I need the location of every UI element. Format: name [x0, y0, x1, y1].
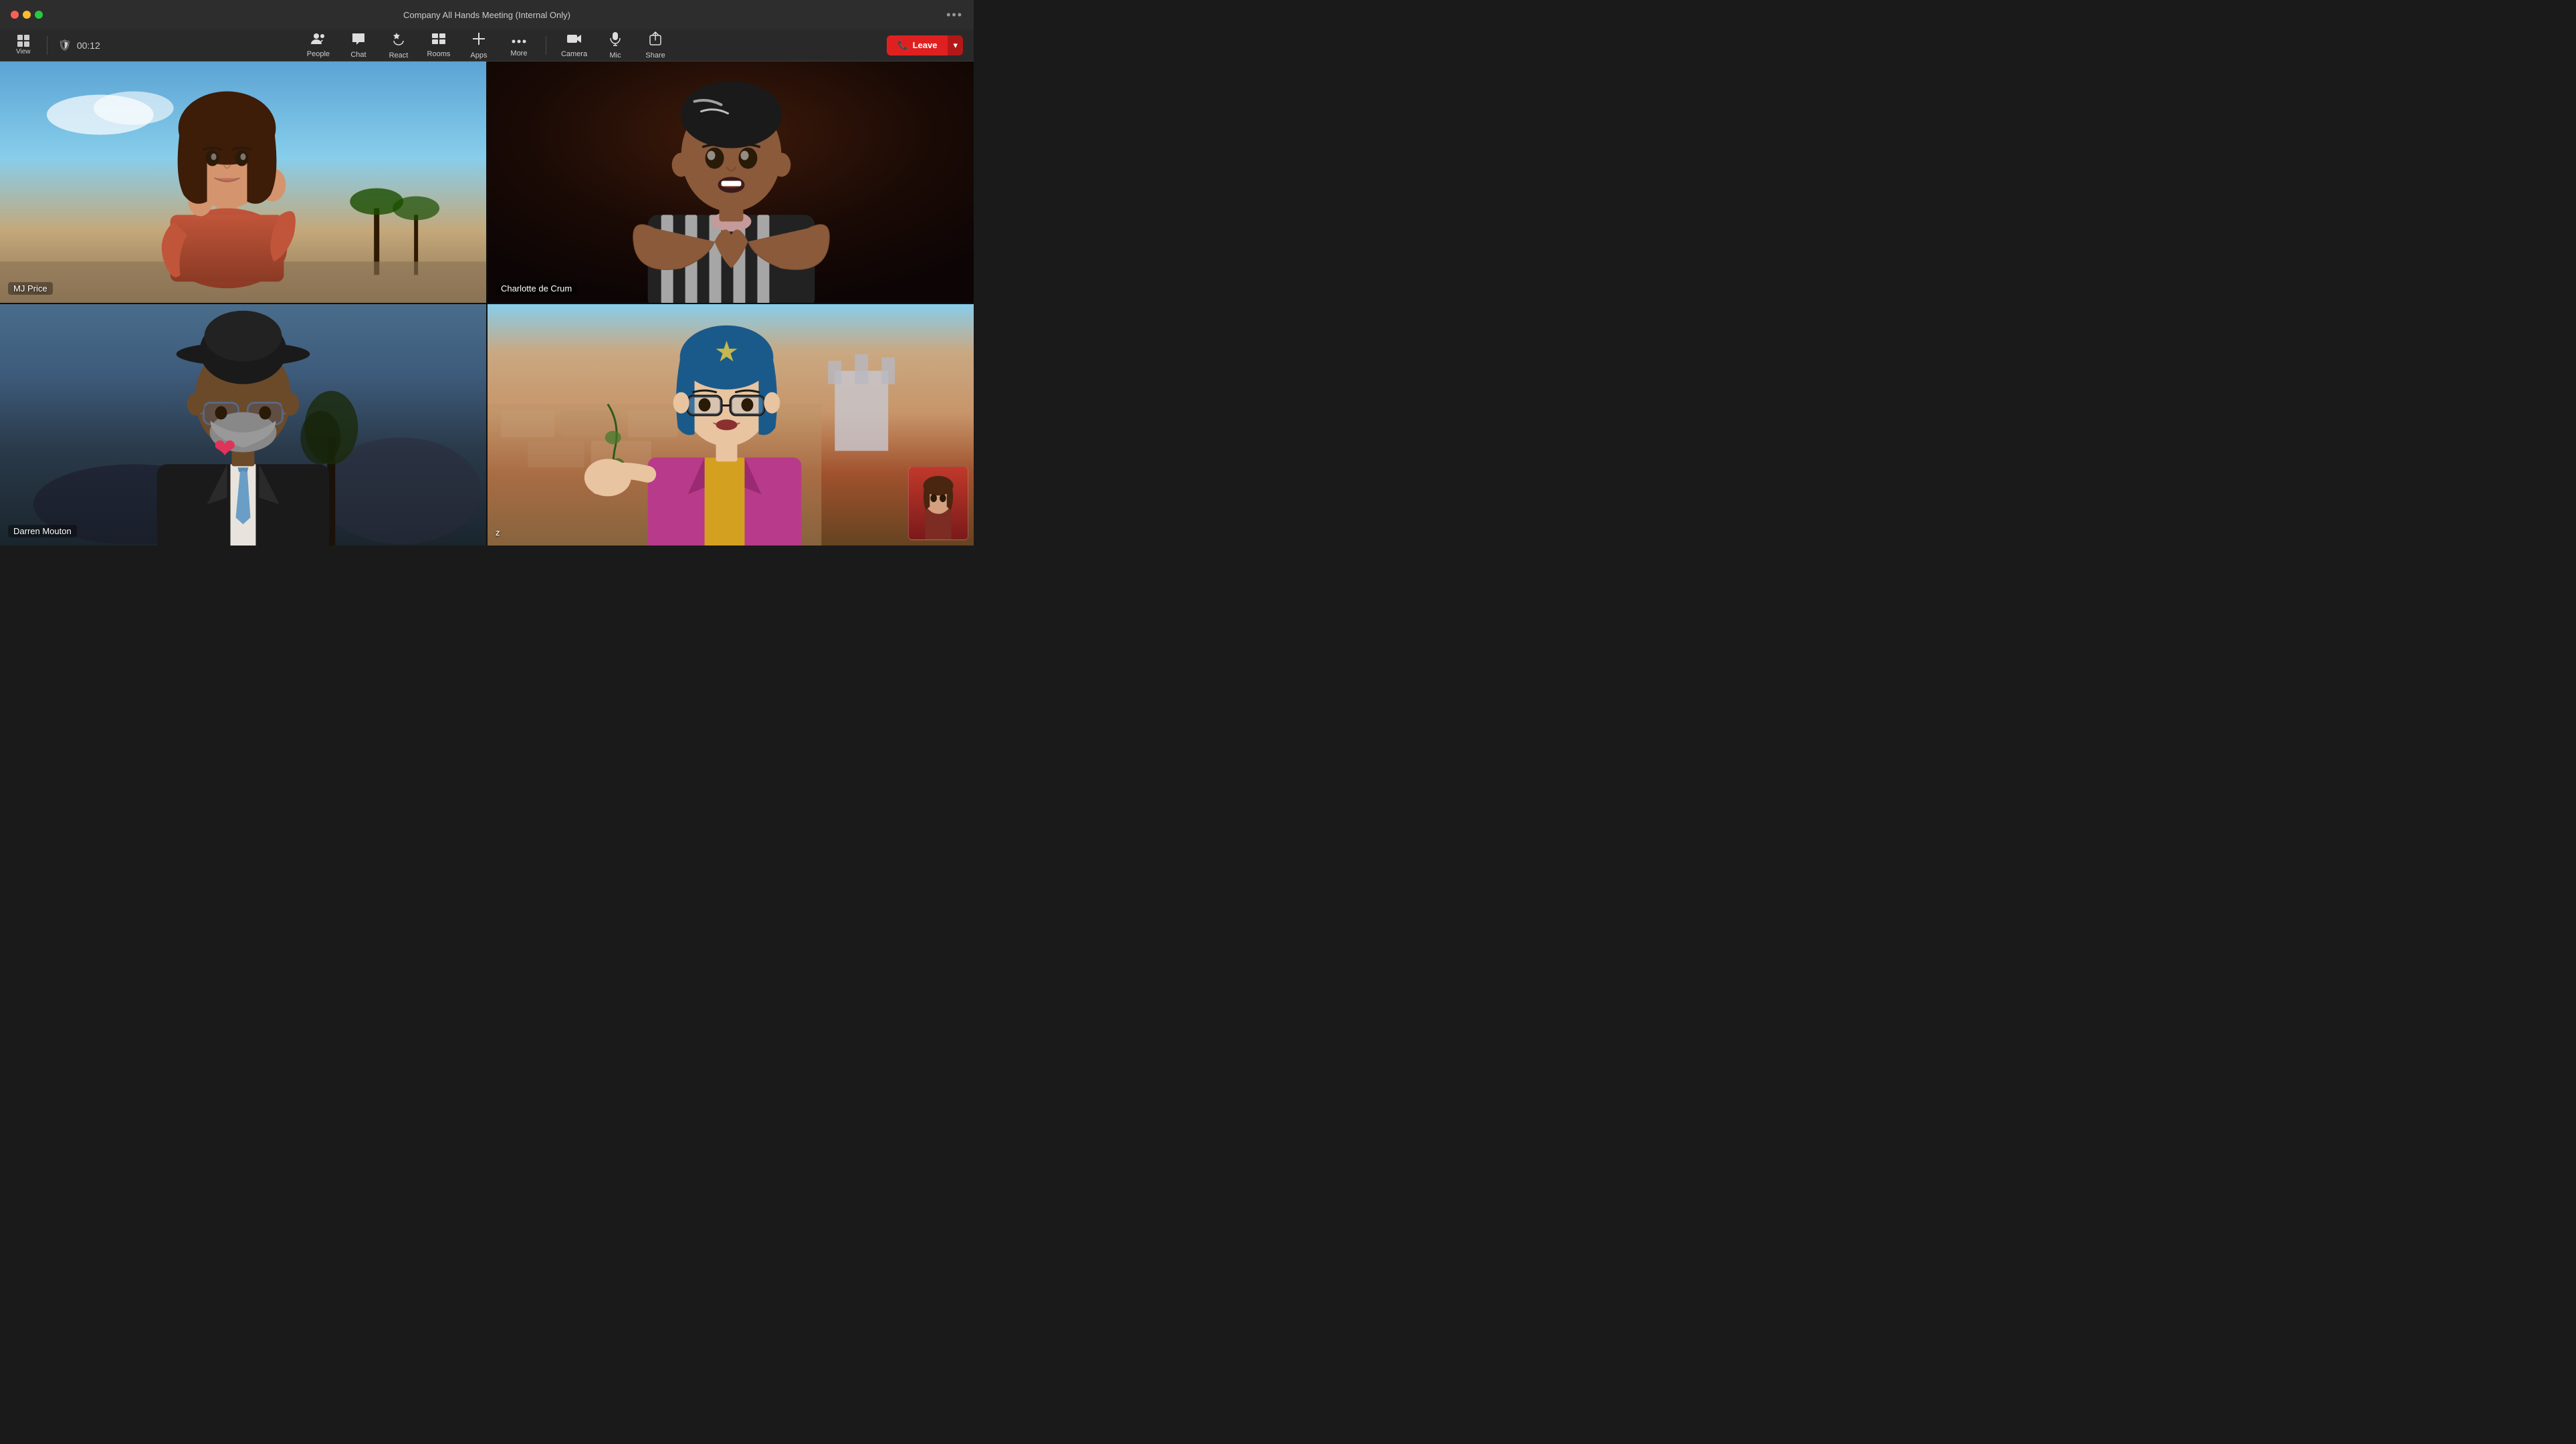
more-button[interactable]: More [500, 31, 538, 60]
people-icon [311, 33, 326, 48]
security-timer: 🛡 00:12 [58, 39, 100, 52]
mic-icon [610, 31, 621, 49]
camera-icon [566, 33, 582, 48]
react-icon [391, 31, 406, 49]
chat-icon [351, 32, 366, 49]
chat-button[interactable]: Chat [340, 29, 377, 62]
apps-icon [471, 31, 486, 49]
mic-label: Mic [610, 51, 621, 59]
toolbar-center: People Chat React [300, 29, 674, 62]
grid-view-icon [17, 35, 29, 47]
apps-button[interactable]: Apps [460, 29, 498, 62]
people-label: People [307, 50, 330, 58]
mic-button[interactable]: Mic [597, 29, 634, 62]
react-label: React [389, 51, 409, 59]
leave-button[interactable]: 📞 Leave [887, 35, 948, 55]
close-button[interactable] [11, 11, 19, 19]
rooms-icon [431, 33, 446, 48]
titlebar-right: ••• [946, 8, 963, 22]
meeting-title: Company All Hands Meeting (Internal Only… [403, 10, 570, 20]
share-icon [649, 31, 661, 49]
minimize-button[interactable] [23, 11, 31, 19]
react-button[interactable]: React [380, 29, 417, 62]
rooms-button[interactable]: Rooms [420, 30, 457, 61]
mini-thumbnail [908, 467, 968, 540]
traffic-lights [11, 11, 43, 19]
more-label: More [510, 49, 527, 57]
share-button[interactable]: Share [637, 29, 674, 62]
apps-label: Apps [470, 51, 487, 59]
leave-button-group: 📞 Leave ▾ [887, 35, 963, 55]
more-icon [512, 33, 526, 47]
people-button[interactable]: People [300, 30, 337, 61]
camera-label: Camera [561, 50, 587, 58]
view-button[interactable]: View [11, 32, 36, 58]
toolbar-left: View 🛡 00:12 [11, 32, 300, 58]
video-tile-mj: MJ Price [0, 62, 486, 303]
video-tile-blue: z [488, 304, 974, 546]
participant-name-blue: z [496, 527, 500, 537]
more-options-icon[interactable]: ••• [946, 8, 963, 22]
share-label: Share [645, 51, 665, 59]
leave-phone-icon: 📞 [897, 40, 908, 51]
video-tile-charlotte: Charlotte de Crum [488, 62, 974, 303]
toolbar: View 🛡 00:12 People [0, 29, 974, 62]
meeting-timer: 00:12 [77, 40, 100, 51]
rooms-label: Rooms [427, 50, 451, 58]
participant-name-charlotte: Charlotte de Crum [496, 282, 577, 295]
video-grid: MJ Price [0, 62, 974, 546]
chat-label: Chat [350, 51, 366, 59]
participant-name-darren: Darren Mouton [8, 525, 77, 537]
toolbar-right: 📞 Leave ▾ [674, 35, 963, 55]
maximize-button[interactable] [35, 11, 43, 19]
leave-chevron-button[interactable]: ▾ [948, 35, 963, 55]
view-label: View [16, 48, 31, 55]
svg-text:❤: ❤ [214, 434, 236, 463]
participant-name-mj: MJ Price [8, 282, 53, 295]
camera-button[interactable]: Camera [554, 30, 594, 61]
video-tile-darren: ❤ Darren Mouton [0, 304, 486, 546]
shield-icon: 🛡 [58, 39, 72, 52]
titlebar: Company All Hands Meeting (Internal Only… [0, 0, 974, 29]
leave-label: Leave [913, 40, 938, 50]
titlebar-left [11, 11, 43, 19]
